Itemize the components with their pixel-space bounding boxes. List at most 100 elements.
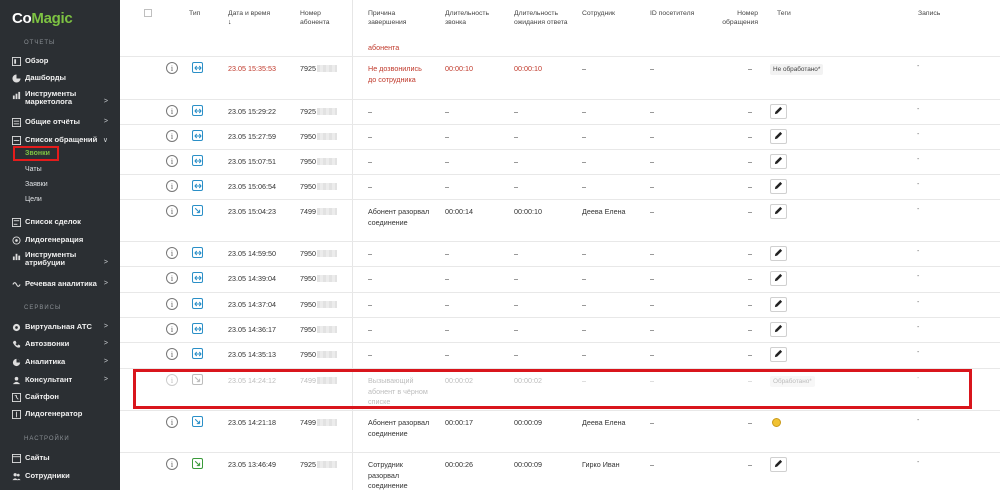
sidebar-subitem-chats[interactable]: Чаты: [25, 166, 42, 173]
sidebar-item-marketing-tools[interactable]: Инструменты маркетолога >: [12, 90, 116, 110]
tag-badge[interactable]: Не обработано*: [770, 64, 824, 75]
info-icon[interactable]: i: [166, 458, 178, 470]
edit-tags-button[interactable]: [770, 129, 787, 144]
cell-subscriber: 7950: [300, 274, 337, 285]
sidebar-item-sites[interactable]: Сайты: [12, 451, 116, 465]
sidebar-item-virtual-pbx[interactable]: Виртуальная АТС >: [12, 320, 116, 334]
cell-record[interactable]: -: [917, 324, 919, 331]
sidebar-subitem-calls[interactable]: Звонки: [13, 146, 59, 161]
header-subscriber[interactable]: Номер абонента: [300, 9, 340, 27]
table-row[interactable]: i 23.05 15:06:54 7950 – – – – – – -: [120, 174, 1000, 199]
header-wait-duration[interactable]: Длительность ожидания ответа: [514, 9, 569, 27]
table-row[interactable]: i 23.05 14:39:04 7950 – – – – – – -: [120, 266, 1000, 292]
sidebar-item-overview[interactable]: Обзор: [12, 54, 116, 68]
cell-record[interactable]: -: [917, 349, 919, 356]
info-icon[interactable]: i: [166, 155, 178, 167]
edit-tags-button[interactable]: [770, 297, 787, 312]
edit-tags-button[interactable]: [770, 179, 787, 194]
cell-record[interactable]: -: [917, 206, 919, 213]
comagic-logo[interactable]: CoMagic: [12, 10, 73, 27]
table-row[interactable]: i 23.05 15:04:23 7499 Абонент разорвал с…: [120, 199, 1000, 241]
smile-tag-icon[interactable]: [772, 418, 781, 427]
info-icon[interactable]: i: [166, 416, 178, 428]
cell-record[interactable]: -: [917, 273, 919, 280]
info-icon[interactable]: i: [166, 374, 178, 386]
sidebar-item-employees[interactable]: Сотрудники: [12, 469, 116, 483]
cell-record[interactable]: -: [917, 63, 919, 70]
table-row[interactable]: i 23.05 14:21:18 7499 Абонент разорвал с…: [120, 410, 1000, 452]
info-icon[interactable]: i: [166, 205, 178, 217]
sidebar-item-appeals-list[interactable]: Список обращений ∨: [12, 133, 116, 147]
info-icon[interactable]: i: [166, 130, 178, 142]
cell-record[interactable]: -: [917, 459, 919, 466]
header-record[interactable]: Запись: [918, 9, 940, 18]
table-row[interactable]: i 23.05 14:35:13 7950 – – – – – – -: [120, 342, 1000, 368]
table-row[interactable]: i 23.05 14:24:12 7499 Вызывающий абонент…: [120, 368, 1000, 410]
select-all-checkbox[interactable]: [144, 9, 152, 17]
sidebar-item-consultant[interactable]: Консультант >: [12, 373, 116, 387]
sidebar: CoMagic ОТЧЕТЫ Обзор Дашборды Инструмент…: [0, 0, 120, 490]
edit-tags-button[interactable]: [770, 271, 787, 286]
cell-record[interactable]: -: [917, 106, 919, 113]
cell-record[interactable]: -: [917, 417, 919, 424]
table-row[interactable]: i 23.05 15:27:59 7950 – – – – – – -: [120, 124, 1000, 149]
edit-tags-button[interactable]: [770, 457, 787, 472]
header-call-duration[interactable]: Длительность звонка: [445, 9, 495, 27]
tag-badge[interactable]: Обработано*: [770, 376, 815, 387]
table-row[interactable]: i 23.05 13:46:49 7925 Сотрудник разорвал…: [120, 452, 1000, 490]
table-row[interactable]: i 23.05 14:37:04 7950 – – – – – – -: [120, 292, 1000, 317]
info-icon[interactable]: i: [166, 298, 178, 310]
info-icon[interactable]: i: [166, 272, 178, 284]
sidebar-item-speech-analytics[interactable]: Речевая аналитика >: [12, 277, 116, 291]
cell-datetime: 23.05 14:24:12: [228, 376, 276, 385]
header-tags[interactable]: Теги: [777, 9, 791, 18]
edit-tags-button[interactable]: [770, 154, 787, 169]
edit-tags-button[interactable]: [770, 347, 787, 362]
header-employee[interactable]: Сотрудник: [582, 9, 615, 18]
info-icon[interactable]: i: [166, 348, 178, 360]
cell-record[interactable]: -: [917, 375, 919, 382]
info-icon[interactable]: i: [166, 180, 178, 192]
cell-record[interactable]: -: [917, 156, 919, 163]
cell-record[interactable]: -: [917, 248, 919, 255]
sidebar-item-leadgenerator[interactable]: Лидогенератор: [12, 407, 116, 421]
info-icon[interactable]: i: [166, 105, 178, 117]
cell-record[interactable]: -: [917, 299, 919, 306]
info-icon[interactable]: i: [166, 62, 178, 74]
cell-wait-duration: 00:00:09: [514, 460, 542, 469]
table-row[interactable]: i 23.05 14:59:50 7950 – – – – – – -: [120, 241, 1000, 266]
info-icon[interactable]: i: [166, 323, 178, 335]
table-row[interactable]: i 23.05 14:36:17 7950 – – – – – – -: [120, 317, 1000, 342]
edit-tags-button[interactable]: [770, 246, 787, 261]
header-visitor-id[interactable]: ID посетителя: [650, 9, 694, 18]
pencil-icon: [774, 181, 783, 192]
cell-record[interactable]: -: [917, 181, 919, 188]
table-row[interactable]: i 23.05 15:07:51 7950 – – – – – – -: [120, 149, 1000, 174]
overview-icon: [12, 56, 21, 66]
sidebar-item-analytics[interactable]: Аналитика >: [12, 355, 116, 369]
cell-record[interactable]: -: [917, 131, 919, 138]
sidebar-subitem-requests[interactable]: Заявки: [25, 181, 48, 188]
header-type[interactable]: Тип: [189, 9, 200, 18]
sidebar-item-sitephone[interactable]: Сайтфон: [12, 390, 116, 404]
sidebar-item-attribution-tools[interactable]: Инструменты атрибуции >: [12, 251, 116, 271]
table-row[interactable]: i 23.05 15:35:53 7925 Не дозвонились до …: [120, 56, 1000, 99]
table-row[interactable]: i 23.05 15:29:22 7925 – – – – – – -: [120, 99, 1000, 124]
info-icon[interactable]: i: [166, 247, 178, 259]
cell-visitor-id: –: [650, 325, 654, 334]
call-type-icon: [192, 62, 203, 73]
sidebar-item-deals-list[interactable]: Список сделок: [12, 215, 116, 229]
cell-wait-duration: –: [514, 300, 518, 309]
edit-tags-button[interactable]: [770, 204, 787, 219]
sidebar-item-general-reports[interactable]: Общие отчёты >: [12, 115, 116, 129]
header-datetime[interactable]: Дата и время ↓: [228, 9, 283, 27]
sidebar-subitem-goals[interactable]: Цели: [25, 196, 42, 203]
edit-tags-button[interactable]: [770, 322, 787, 337]
header-end-reason[interactable]: Причина завершения: [368, 9, 416, 27]
header-referral[interactable]: Номер обращения: [716, 9, 758, 27]
sidebar-item-autocalls[interactable]: Автозвонки >: [12, 337, 116, 351]
masked-digits: [317, 250, 337, 257]
edit-tags-button[interactable]: [770, 104, 787, 119]
sidebar-item-dashboards[interactable]: Дашборды: [12, 71, 116, 85]
sidebar-item-leadgen[interactable]: Лидогенерация: [12, 233, 116, 247]
